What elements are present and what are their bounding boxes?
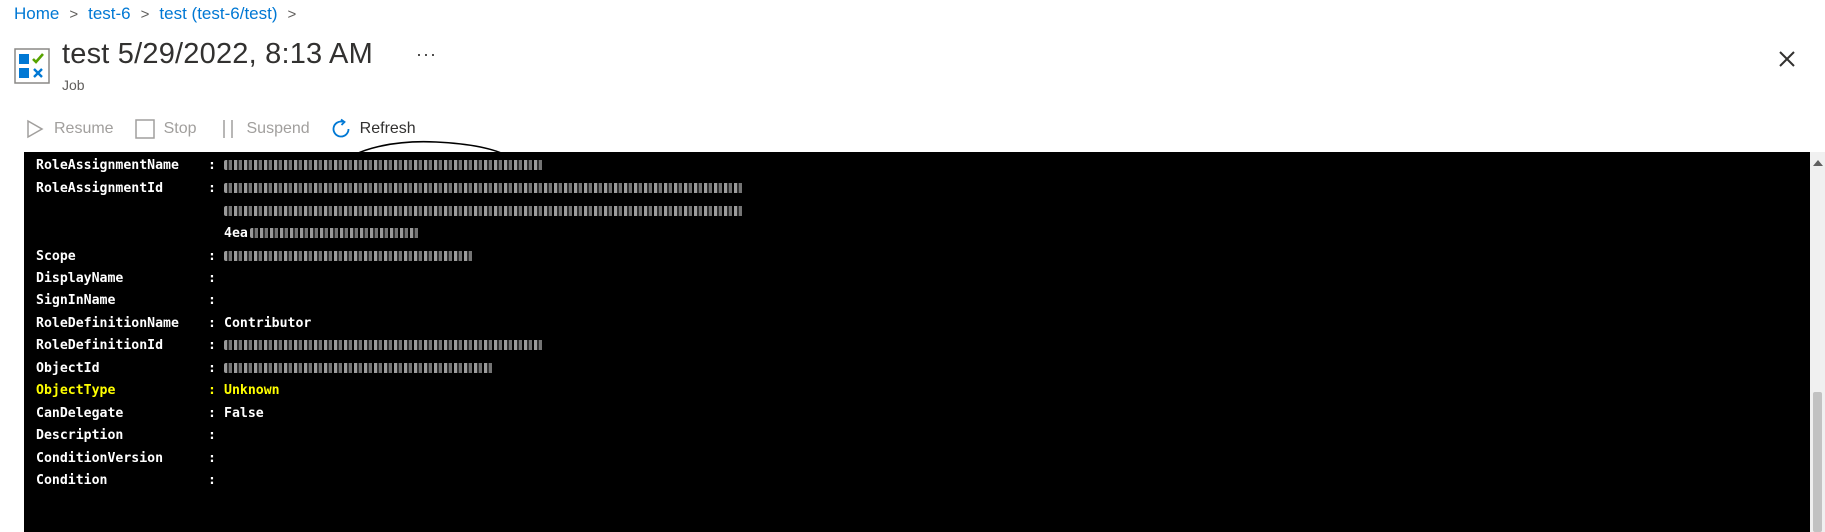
console-key: Scope [36, 248, 208, 266]
console-value: Unknown [224, 383, 280, 398]
console-key: RoleDefinitionName [36, 315, 208, 333]
console-key: CanDelegate [36, 405, 208, 423]
console-key: Condition [36, 472, 208, 490]
job-page: Home > test-6 > test (test-6/test) > tes… [0, 0, 1825, 532]
console-key: SignInName [36, 292, 208, 310]
chevron-right-icon: > [288, 6, 297, 23]
stop-icon [134, 118, 156, 140]
console-row [36, 203, 744, 221]
console-row: ObjectId: [36, 360, 494, 378]
redacted-value [224, 340, 544, 350]
console-key: ObjectId [36, 360, 208, 378]
console-key: ObjectType [36, 382, 208, 400]
pause-icon [217, 118, 239, 140]
console-row: RoleAssignmentId: [36, 180, 744, 198]
stop-label: Stop [164, 120, 197, 138]
refresh-label: Refresh [360, 120, 416, 138]
stop-button[interactable]: Stop [134, 118, 197, 140]
page-subtitle: Job [62, 77, 85, 93]
suspend-button[interactable]: Suspend [217, 118, 310, 140]
console-row: RoleDefinitionId: [36, 337, 544, 355]
more-options-button[interactable]: ··· [416, 44, 437, 65]
console-row: Scope: [36, 248, 474, 266]
breadcrumb-runbook[interactable]: test (test-6/test) [159, 4, 277, 24]
scroll-thumb[interactable] [1813, 392, 1822, 532]
job-output-console: RoleAssignmentName: RoleAssignmentId: 4e… [24, 152, 1810, 532]
scroll-up-arrow-icon[interactable] [1813, 160, 1823, 166]
refresh-icon [330, 118, 352, 140]
console-key: Description [36, 427, 208, 445]
redacted-value [224, 206, 744, 216]
resume-button[interactable]: Resume [24, 118, 114, 140]
chevron-right-icon: > [69, 6, 78, 23]
page-title: test 5/29/2022, 8:13 AM [62, 38, 373, 71]
resume-label: Resume [54, 120, 114, 138]
redacted-value [224, 183, 744, 193]
console-row: RoleAssignmentName: [36, 157, 544, 175]
console-row: Condition: [36, 472, 224, 490]
command-bar: Resume Stop Suspend Refresh [24, 118, 436, 140]
console-key: ConditionVersion [36, 450, 208, 468]
console-key: DisplayName [36, 270, 208, 288]
console-row: CanDelegate:False [36, 405, 264, 423]
console-row: Description: [36, 427, 224, 445]
chevron-right-icon: > [141, 6, 150, 23]
redacted-value [224, 251, 474, 261]
breadcrumb-home[interactable]: Home [14, 4, 59, 24]
redacted-value [224, 160, 544, 170]
console-key: RoleDefinitionId [36, 337, 208, 355]
console-row: SignInName: [36, 292, 224, 310]
breadcrumb: Home > test-6 > test (test-6/test) > [14, 4, 306, 24]
redacted-value [224, 363, 494, 373]
console-row: 4ea [36, 225, 420, 243]
console-key: RoleAssignmentName [36, 157, 208, 175]
breadcrumb-automation-account[interactable]: test-6 [88, 4, 131, 24]
suspend-label: Suspend [247, 120, 310, 138]
console-key: RoleAssignmentId [36, 180, 208, 198]
console-scrollbar[interactable] [1810, 152, 1825, 532]
console-value: False [224, 406, 264, 421]
play-icon [24, 118, 46, 140]
console-value: 4ea [224, 226, 248, 241]
job-checklist-icon [14, 48, 50, 84]
redacted-value [250, 228, 420, 238]
console-row: ConditionVersion: [36, 450, 224, 468]
console-value: Contributor [224, 316, 311, 331]
console-row: ObjectType:Unknown [36, 382, 280, 400]
refresh-button[interactable]: Refresh [330, 118, 416, 140]
console-row: RoleDefinitionName:Contributor [36, 315, 311, 333]
close-icon[interactable] [1775, 47, 1799, 71]
console-row: DisplayName: [36, 270, 224, 288]
